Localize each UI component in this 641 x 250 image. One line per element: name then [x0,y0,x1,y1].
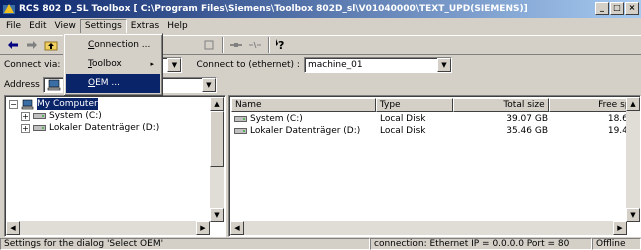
list-horizontal-scrollbar[interactable]: ◀ ▶ [230,221,627,235]
cell-type: Local Disk [380,126,426,136]
back-button[interactable] [4,37,22,53]
chevron-down-icon[interactable]: ▼ [436,58,451,72]
list-pane[interactable]: Name Type Total size Free spa System (C:… [228,95,641,237]
forward-button[interactable] [23,37,41,53]
menu-item-toolbox[interactable]: Toolbox ▸ [66,55,160,74]
tree-horizontal-scrollbar[interactable]: ◀ ▶ [6,221,210,235]
menu-item-connection[interactable]: Connection ... [66,36,160,55]
cell-type: Local Disk [380,114,426,124]
drive-name: Lokaler Datenträger (D:) [250,126,361,136]
menu-settings[interactable]: Settings [79,18,127,34]
menu-help[interactable]: Help [163,19,192,34]
menu-bar: File Edit View Settings Extras Help [0,18,641,34]
expand-icon[interactable]: + [21,111,30,121]
svg-text:?: ? [278,39,284,52]
connect-via-label: Connect via: [4,60,61,70]
hard-drive-icon [33,113,46,119]
connect-to-combo[interactable]: machine_01 ▼ [303,57,452,73]
maximize-button[interactable]: □ [610,2,624,15]
hard-drive-icon [33,125,46,131]
cell-total-size: 39.07 GB [506,114,548,124]
hard-drive-icon [234,116,247,122]
toolbar-separator [222,37,224,53]
settings-dropdown-menu: Connection ... Toolbox ▸ OEM ... [63,33,163,96]
tree-item-my-computer[interactable]: − My Computer [9,98,159,110]
my-computer-icon [21,99,34,109]
scroll-right-button[interactable]: ▶ [196,221,210,235]
scroll-right-button[interactable]: ▶ [613,221,627,235]
submenu-arrow-icon: ▸ [150,60,154,68]
folder-up-icon [44,41,58,51]
app-logo-icon [3,4,15,14]
list-item[interactable]: Lokaler Datenträger (D:) Local Disk 35.4… [231,125,640,137]
menu-edit[interactable]: Edit [25,19,50,34]
address-label: Address [4,80,40,90]
forward-arrow-icon [27,41,37,49]
menu-extras[interactable]: Extras [127,19,163,34]
tree-vertical-scrollbar[interactable]: ▲ ▼ [210,97,224,222]
disconnect-icon [249,41,261,49]
hard-drive-icon [234,128,247,134]
scroll-left-button[interactable]: ◀ [230,221,244,235]
cell-name: Lokaler Datenträger (D:) [231,125,377,137]
window-title: RCS 802 D_SL Toolbox [ C:\Program Files\… [19,4,528,14]
up-folder-button[interactable] [42,37,60,53]
list-header: Name Type Total size Free spa [231,98,640,112]
scroll-left-button[interactable]: ◀ [6,221,20,235]
my-computer-icon [47,79,61,91]
close-button[interactable]: × [625,2,639,15]
tree-pane[interactable]: − My Computer + System (C:) + Lokaler Da… [4,95,226,237]
cell-total-size: 35.46 GB [506,126,548,136]
tree-item-label: System (C:) [49,111,102,121]
help-button[interactable]: ? [273,37,291,53]
column-name[interactable]: Name [231,98,376,112]
status-mode: Offline [592,238,641,250]
toolbar-separator [268,37,270,53]
status-message: Settings for the dialog 'Select OEM' [0,238,370,250]
chevron-down-icon[interactable]: ▼ [201,78,216,92]
collapse-icon[interactable]: − [9,99,18,109]
menu-view[interactable]: View [51,19,80,34]
list-item[interactable]: System (C:) Local Disk 39.07 GB 18.62 ( [231,113,640,125]
tree-item-data-d[interactable]: + Lokaler Datenträger (D:) [9,122,159,134]
scroll-thumb[interactable] [210,111,224,167]
minimize-button[interactable]: _ [595,2,609,15]
scroll-up-button[interactable]: ▲ [210,97,224,111]
scroll-down-button[interactable]: ▼ [626,208,640,222]
scroll-down-button[interactable]: ▼ [210,208,224,222]
toolbar-button-5[interactable] [200,37,218,53]
tree-item-label: My Computer [37,98,98,110]
list-vertical-scrollbar[interactable]: ▲ ▼ [626,97,640,222]
status-connection: connection: Ethernet IP = 0.0.0.0 Port =… [370,238,592,250]
connect-button[interactable] [227,37,245,53]
menu-item-oem[interactable]: OEM ... [66,74,160,93]
help-pointer-icon: ? [276,39,284,52]
status-bar: Settings for the dialog 'Select OEM' con… [0,238,641,250]
back-arrow-icon [8,41,18,49]
connect-icon [230,43,242,47]
connect-to-label: Connect to (ethernet) : [196,60,300,70]
title-bar[interactable]: RCS 802 D_SL Toolbox [ C:\Program Files\… [0,0,641,18]
disconnect-button[interactable] [246,37,264,53]
scroll-up-button[interactable]: ▲ [626,97,640,111]
connect-to-value: machine_01 [307,60,363,70]
drive-name: System (C:) [250,114,303,124]
cell-name: System (C:) [231,113,377,125]
grid-icon [204,40,214,50]
expand-icon[interactable]: + [21,123,30,133]
column-total-size[interactable]: Total size [453,98,549,112]
column-type[interactable]: Type [375,98,454,112]
tree-item-label: Lokaler Datenträger (D:) [49,123,160,133]
tree-item-system-c[interactable]: + System (C:) [9,110,159,122]
menu-file[interactable]: File [2,19,25,34]
chevron-down-icon[interactable]: ▼ [167,58,182,72]
